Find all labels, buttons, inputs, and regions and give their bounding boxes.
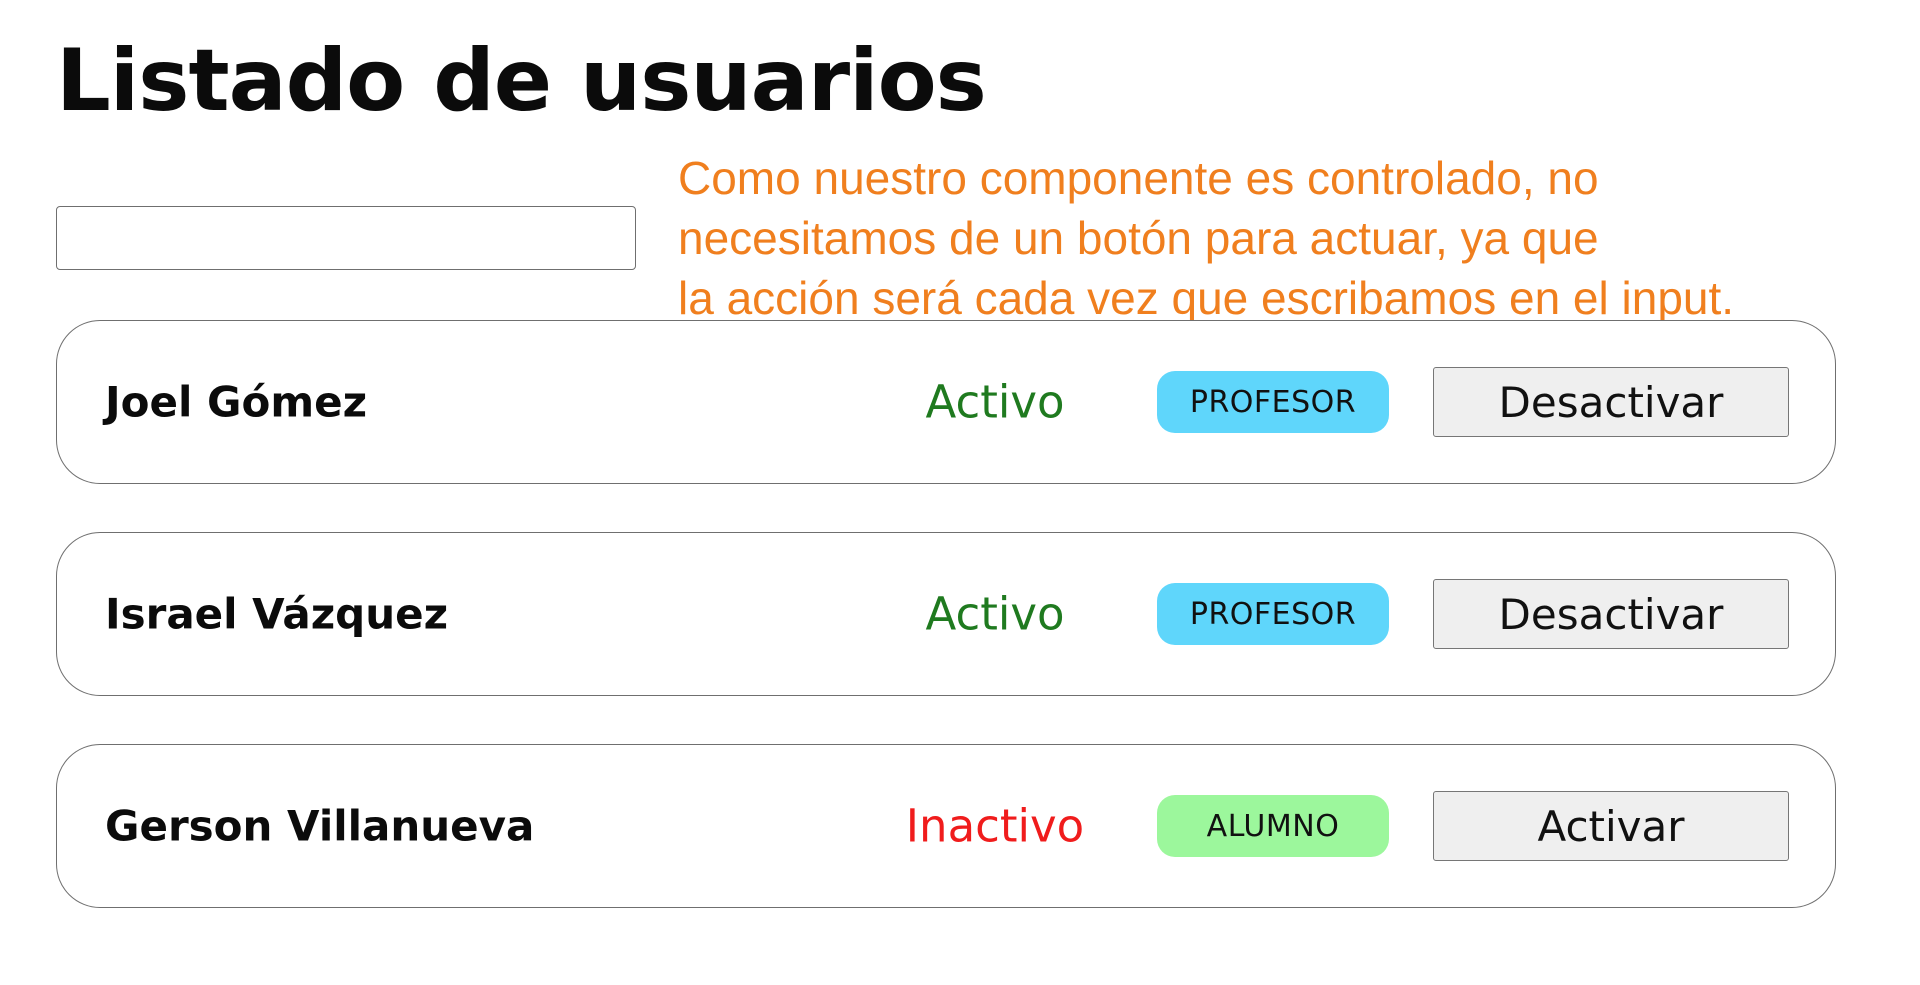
user-card: Joel Gómez Activo PROFESOR Desactivar [56,320,1836,484]
user-card: Israel Vázquez Activo PROFESOR Desactiva… [56,532,1836,696]
annotation-line: Como nuestro componente es controlado, n… [678,152,1599,204]
user-name: Israel Vázquez [105,589,449,639]
page-title: Listado de usuarios [56,31,987,131]
search-input[interactable] [56,206,636,270]
page: Listado de usuarios Como nuestro compone… [0,0,1920,985]
user-card: Gerson Villanueva Inactivo ALUMNO Activa… [56,744,1836,908]
user-status: Inactivo [905,799,1085,853]
annotation-line: necesitamos de un botón para actuar, ya … [678,212,1599,264]
user-name: Gerson Villanueva [105,801,535,851]
annotation-text: Como nuestro componente es controlado, n… [678,148,1734,328]
deactivate-button[interactable]: Desactivar [1433,367,1789,437]
deactivate-button[interactable]: Desactivar [1433,579,1789,649]
role-badge: PROFESOR [1157,583,1389,645]
user-status: Activo [925,375,1065,429]
role-badge: ALUMNO [1157,795,1389,857]
user-list: Joel Gómez Activo PROFESOR Desactivar Is… [56,320,1836,956]
role-badge: PROFESOR [1157,371,1389,433]
user-status: Activo [925,587,1065,641]
activate-button[interactable]: Activar [1433,791,1789,861]
user-name: Joel Gómez [105,377,368,427]
annotation-line: la acción será cada vez que escribamos e… [678,272,1735,324]
